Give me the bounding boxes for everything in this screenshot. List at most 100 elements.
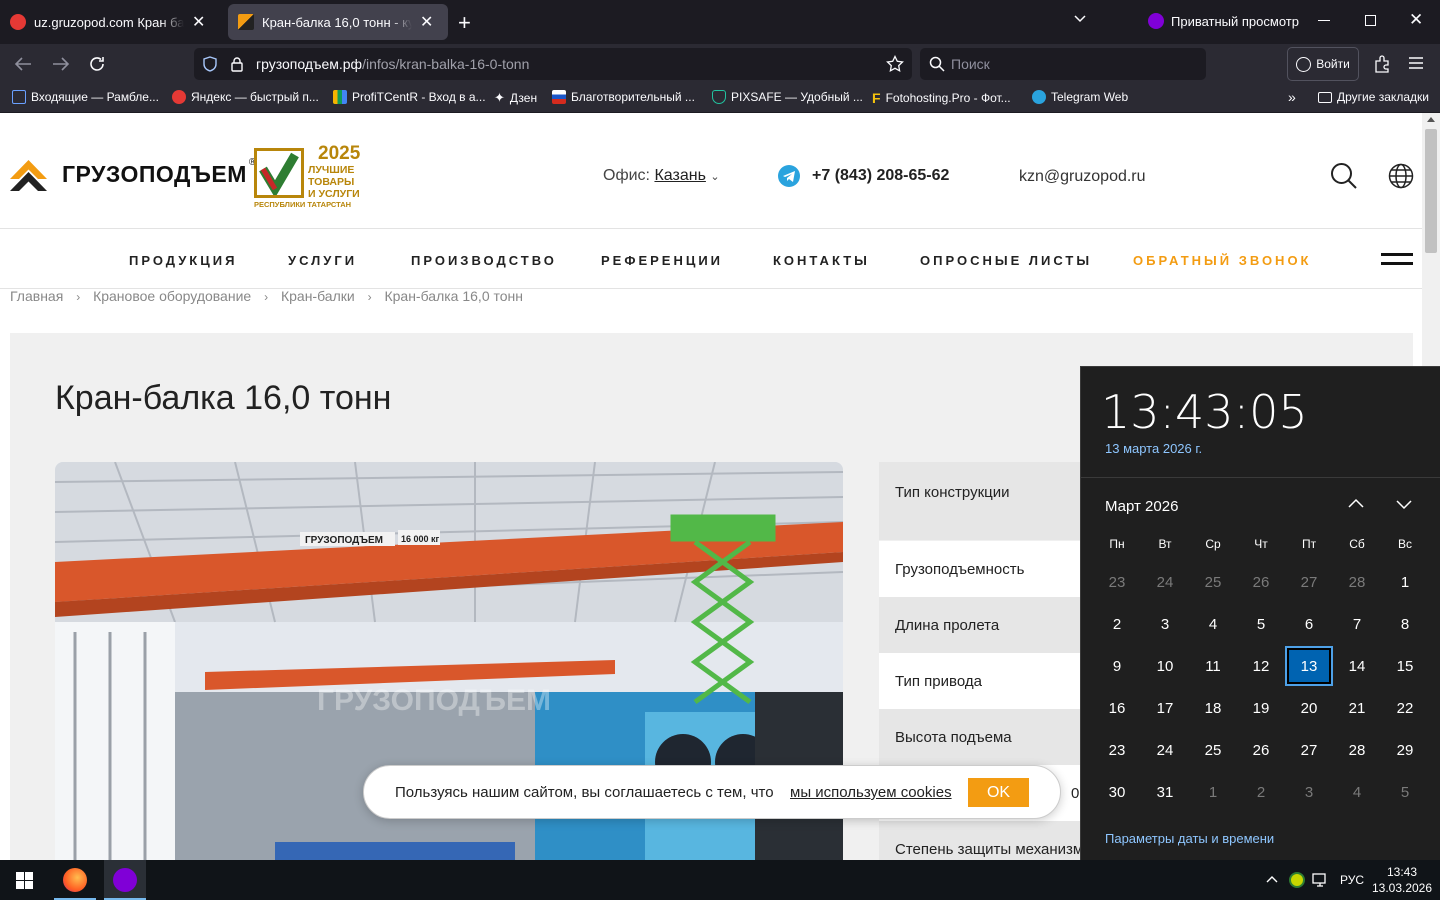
tab-active[interactable]: Кран-балка 16,0 тонн - купить ✕ — [228, 4, 448, 40]
previous-month-button[interactable] — [1347, 495, 1365, 513]
calendar-day[interactable]: 26 — [1239, 732, 1283, 768]
breadcrumb-link[interactable]: Главная — [10, 288, 63, 304]
extensions-icon[interactable] — [1374, 55, 1390, 73]
calendar-day[interactable]: 15 — [1383, 648, 1427, 684]
calendar-day[interactable]: 27 — [1287, 732, 1331, 768]
calendar-day-outside[interactable]: 25 — [1191, 564, 1235, 600]
calendar-day[interactable]: 21 — [1335, 690, 1379, 726]
clock-date-link[interactable]: 13 марта 2026 г. — [1105, 441, 1202, 456]
bookmark-item[interactable]: Входящие — Рамбле... — [12, 90, 159, 104]
calendar-day[interactable]: 30 — [1095, 774, 1139, 810]
tab-inactive[interactable]: uz.gruzopod.com Кран балка цена ✕ — [0, 4, 224, 40]
bookmark-item[interactable]: Яндекс — быстрый п... — [172, 90, 319, 104]
calendar-day[interactable]: 22 — [1383, 690, 1427, 726]
reload-button[interactable] — [88, 55, 106, 73]
close-window-button[interactable]: ✕ — [1409, 10, 1423, 30]
bookmark-item[interactable]: Telegram Web — [1032, 90, 1128, 104]
calendar-day[interactable]: 19 — [1239, 690, 1283, 726]
calendar-day[interactable]: 7 — [1335, 606, 1379, 642]
calendar-day-outside[interactable]: 4 — [1335, 774, 1379, 810]
menu-item-production[interactable]: ПРОИЗВОДСТВО — [411, 253, 557, 268]
calendar-day[interactable]: 10 — [1143, 648, 1187, 684]
calendar-day[interactable]: 8 — [1383, 606, 1427, 642]
other-bookmarks-folder[interactable]: Другие закладки — [1318, 90, 1429, 104]
forward-button[interactable] — [52, 56, 70, 72]
search-icon[interactable] — [1330, 162, 1358, 190]
phone-link[interactable]: +7 (843) 208-65-62 — [812, 167, 949, 185]
calendar-day[interactable]: 3 — [1143, 606, 1187, 642]
taskbar-clock[interactable]: 13:43 13.03.2026 — [1370, 864, 1434, 896]
chevron-double-right-icon[interactable]: » — [1288, 89, 1296, 105]
calendar-day-outside[interactable]: 24 — [1143, 564, 1187, 600]
date-time-settings-link[interactable]: Параметры даты и времени — [1105, 831, 1274, 846]
back-button[interactable] — [14, 56, 32, 72]
bookmark-item[interactable]: Благотворительный ... — [552, 90, 695, 104]
calendar-day[interactable]: 14 — [1335, 648, 1379, 684]
close-tab-icon[interactable]: ✕ — [420, 12, 433, 32]
address-bar[interactable]: грузоподъем.рф/infos/kran-balka-16-0-ton… — [194, 48, 912, 80]
cookie-policy-link[interactable]: мы используем cookies — [790, 784, 952, 801]
firefox-private-taskbar-button[interactable] — [104, 860, 146, 900]
month-year-label[interactable]: Март 2026 — [1105, 498, 1178, 515]
calendar-day[interactable]: 25 — [1191, 732, 1235, 768]
input-language-indicator[interactable]: РУС — [1340, 873, 1364, 887]
menu-item-contacts[interactable]: КОНТАКТЫ — [773, 253, 870, 268]
calendar-day[interactable]: 5 — [1239, 606, 1283, 642]
scroll-up-arrow-icon[interactable] — [1427, 117, 1435, 122]
app-menu-icon[interactable] — [1409, 57, 1423, 69]
calendar-day[interactable]: 2 — [1095, 606, 1139, 642]
close-tab-icon[interactable]: ✕ — [192, 12, 205, 32]
menu-item-references[interactable]: РЕФЕРЕНЦИИ — [601, 253, 723, 268]
calendar-day[interactable]: 28 — [1335, 732, 1379, 768]
menu-item-products[interactable]: ПРОДУКЦИЯ — [129, 253, 237, 268]
bookmark-star-icon[interactable] — [886, 55, 904, 73]
firefox-taskbar-button[interactable] — [54, 860, 96, 900]
calendar-day[interactable]: 24 — [1143, 732, 1187, 768]
calendar-day[interactable]: 17 — [1143, 690, 1187, 726]
calendar-day[interactable]: 20 — [1287, 690, 1331, 726]
bookmark-item[interactable]: PIXSAFE — Удобный ... — [712, 90, 863, 104]
office-city[interactable]: Казань — [654, 167, 705, 184]
menu-item-questionnaires[interactable]: ОПРОСНЫЕ ЛИСТЫ — [920, 253, 1092, 268]
calendar-day-outside[interactable]: 28 — [1335, 564, 1379, 600]
calendar-day-outside[interactable]: 2 — [1239, 774, 1283, 810]
calendar-day[interactable]: 9 — [1095, 648, 1139, 684]
search-bar[interactable]: Поиск — [920, 48, 1206, 80]
calendar-day[interactable]: 31 — [1143, 774, 1187, 810]
breadcrumb-link[interactable]: Крановое оборудование — [93, 288, 251, 304]
calendar-day[interactable]: 18 — [1191, 690, 1235, 726]
calendar-day[interactable]: 12 — [1239, 648, 1283, 684]
calendar-day[interactable]: 16 — [1095, 690, 1139, 726]
calendar-day-outside[interactable]: 26 — [1239, 564, 1283, 600]
calendar-day[interactable]: 6 — [1287, 606, 1331, 642]
scrollbar-thumb[interactable] — [1425, 129, 1437, 253]
calendar-day[interactable]: 29 — [1383, 732, 1427, 768]
calendar-day-outside[interactable]: 3 — [1287, 774, 1331, 810]
calendar-day-outside[interactable]: 5 — [1383, 774, 1427, 810]
bookmark-item[interactable]: F Fotohosting.Pro - Фот... — [872, 90, 1011, 106]
bookmark-item[interactable]: ✦ Дзен — [494, 90, 537, 106]
email-link[interactable]: kzn@gruzopod.ru — [1019, 168, 1146, 186]
calendar-day[interactable]: 13 — [1285, 646, 1333, 686]
office-selector[interactable]: Офис: Казань ⌄ — [603, 167, 720, 185]
lock-icon[interactable] — [230, 56, 244, 72]
calendar-day[interactable]: 1 — [1383, 564, 1427, 600]
cookie-ok-button[interactable]: OK — [968, 778, 1029, 807]
telegram-icon[interactable] — [778, 165, 800, 187]
tray-chevron-up-icon[interactable] — [1266, 874, 1278, 884]
new-tab-button[interactable]: + — [458, 10, 471, 36]
windows-start-icon[interactable] — [16, 872, 33, 889]
maximize-button[interactable] — [1365, 15, 1376, 26]
calendar-day[interactable]: 23 — [1095, 732, 1139, 768]
menu-item-callback[interactable]: ОБРАТНЫЙ ЗВОНОК — [1133, 253, 1312, 268]
tray-app-icon[interactable] — [1289, 872, 1305, 888]
calendar-day-outside[interactable]: 27 — [1287, 564, 1331, 600]
network-icon[interactable] — [1312, 872, 1330, 888]
globe-language-icon[interactable] — [1388, 163, 1414, 189]
bookmark-item[interactable]: ProfiTCentR - Вход в а... — [333, 90, 486, 104]
minimize-button[interactable] — [1318, 20, 1330, 21]
site-logo[interactable]: ГРУЗОПОДЪЕМ ® — [10, 157, 256, 191]
login-button[interactable]: Войти — [1287, 47, 1359, 81]
menu-item-services[interactable]: УСЛУГИ — [288, 253, 357, 268]
calendar-day-outside[interactable]: 23 — [1095, 564, 1139, 600]
